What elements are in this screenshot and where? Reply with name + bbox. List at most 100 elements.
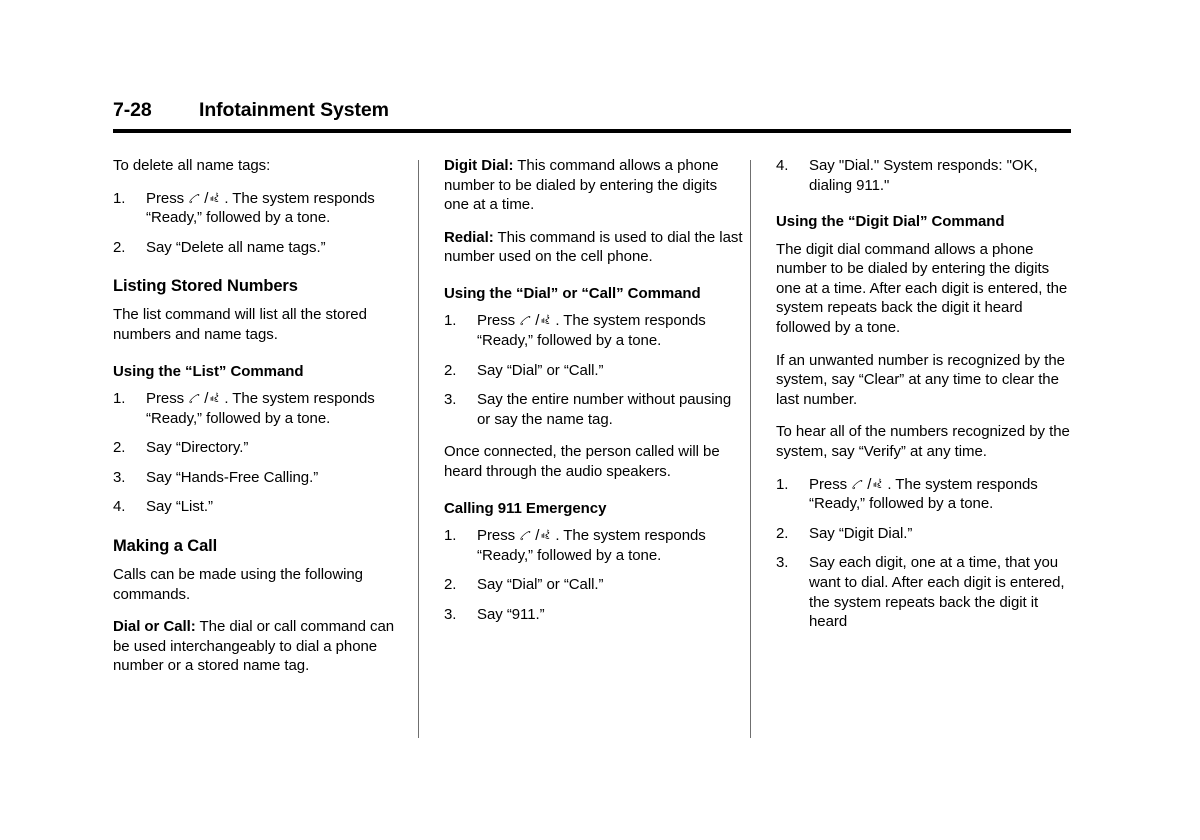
paragraph-text: To delete all name tags: <box>113 157 271 174</box>
step-text: Say “Hands-Free Calling.” <box>146 468 319 486</box>
paragraph-text: Calls can be made using the following co… <box>113 566 363 603</box>
header-rule <box>113 129 1071 133</box>
step-text: Say “Dial” or “Call.” <box>477 576 604 594</box>
paragraph: Redial: This command is used to dial the… <box>444 228 746 267</box>
paragraph-lead-term: Dial or Call: <box>113 618 196 636</box>
column-divider-1 <box>418 160 419 738</box>
step-text: Press <box>146 189 189 207</box>
step-number: 3. <box>776 554 789 572</box>
step-number: 1. <box>113 189 126 207</box>
step-item: 2. Say “Digit Dial.” <box>776 524 1076 544</box>
text-column-2: Digit Dial: This command allows a phone … <box>444 156 746 638</box>
press-button-icons: / <box>519 311 555 331</box>
step-number: 1. <box>444 527 457 545</box>
step-item: 3. Say each digit, one at a time, that yo… <box>776 553 1076 631</box>
step-item: 1. Press /. The system responds “Ready,” … <box>113 389 408 428</box>
step-text: Press <box>477 527 520 545</box>
step-item: 4. Say "Dial." System responds: "OK, dial… <box>776 156 1076 195</box>
icon-separator: / <box>204 390 209 408</box>
numbered-step-list: 1. Press /. The system responds “Ready,” … <box>113 389 408 517</box>
voice-talk-icon <box>541 313 555 327</box>
numbered-step-list: 1. Press /. The system responds “Ready,” … <box>776 475 1076 632</box>
step-number: 4. <box>776 157 789 174</box>
step-text: Say “Dial” or “Call.” <box>477 361 604 379</box>
press-button-icons: / <box>188 389 224 409</box>
press-button-icons: / <box>188 189 224 209</box>
text-column-3: 4. Say "Dial." System responds: "OK, dial… <box>776 156 1076 645</box>
phone-handset-icon <box>188 192 201 205</box>
phone-handset-icon <box>519 314 532 327</box>
numbered-step-list: 1. Press /. The system responds “Ready,” … <box>113 189 408 258</box>
step-text: Say the entire number without pausing or… <box>477 391 732 428</box>
paragraph-text: To hear all of the numbers recognized by… <box>776 423 1070 461</box>
step-item: 2. Say “Dial” or “Call.” <box>444 361 746 381</box>
paragraph-text: Once connected, the person called will b… <box>444 443 720 481</box>
paragraph-text: The digit dial command allows a phone nu… <box>776 240 1068 337</box>
step-item: 2. Say “Directory.” <box>113 438 408 458</box>
paragraph: Digit Dial: This command allows a phone … <box>444 156 746 215</box>
step-text: Say “Delete all name tags.” <box>146 238 326 256</box>
step-text: Say “Digit Dial.” <box>809 524 913 542</box>
subsection-heading: Using the “List” Command <box>113 362 304 380</box>
section-heading: Listing Stored Numbers <box>113 277 298 296</box>
subsection-heading: Calling 911 Emergency <box>444 499 607 517</box>
paragraph: To delete all name tags: <box>113 156 408 176</box>
step-item: 2. Say “Delete all name tags.” <box>113 238 408 258</box>
header-line: 7-28 Infotainment System <box>113 99 1071 122</box>
step-number: 3. <box>113 468 126 486</box>
phone-handset-icon <box>851 478 864 491</box>
phone-handset-icon <box>519 529 532 542</box>
text-column-1: To delete all name tags: 1. Press /. The s… <box>113 156 408 689</box>
paragraph-lead-term: Redial: <box>444 228 494 246</box>
page-title: Infotainment System <box>199 99 389 121</box>
step-number: 2. <box>444 576 457 594</box>
numbered-step-list: 1. Press /. The system responds “Ready,” … <box>444 526 746 624</box>
step-item: 3. Say “911.” <box>444 605 746 625</box>
step-text: Say “911.” <box>477 605 545 623</box>
voice-talk-icon <box>210 191 224 205</box>
step-text: Press <box>146 390 189 408</box>
paragraph: To hear all of the numbers recognized by… <box>776 422 1076 461</box>
step-number: 1. <box>776 475 789 493</box>
press-button-icons: / <box>519 526 555 546</box>
step-item: 2. Say “Dial” or “Call.” <box>444 575 746 595</box>
step-text: Press <box>477 312 520 330</box>
icon-separator: / <box>867 475 872 493</box>
step-item: 1. Press /. The system responds “Ready,” … <box>113 189 408 228</box>
icon-separator: / <box>535 527 540 545</box>
step-text: Say “Directory.” <box>146 439 249 457</box>
icon-separator: / <box>535 312 540 330</box>
step-number: 1. <box>444 312 457 330</box>
step-item: 1. Press /. The system responds “Ready,” … <box>444 526 746 565</box>
step-item: 3. Say the entire number without pausing … <box>444 390 746 429</box>
step-number: 2. <box>776 524 789 542</box>
step-text: Press <box>809 475 852 493</box>
paragraph: The list command will list all the store… <box>113 305 408 344</box>
step-text: Say each digit, one at a time, that you … <box>809 554 1065 631</box>
numbered-step-list: 1. Press /. The system responds “Ready,” … <box>444 311 746 429</box>
press-button-icons: / <box>851 475 887 495</box>
paragraph: If an unwanted number is recognized by t… <box>776 351 1076 410</box>
paragraph: Calls can be made using the following co… <box>113 565 408 604</box>
step-item: 4. Say “List.” <box>113 497 408 517</box>
step-text: Say “List.” <box>146 498 213 516</box>
step-number: 2. <box>444 361 457 379</box>
paragraph: Dial or Call: The dial or call command c… <box>113 617 408 676</box>
step-text: Say "Dial." System responds: "OK, dialin… <box>809 157 1038 194</box>
step-number: 3. <box>444 391 457 409</box>
paragraph-text: If an unwanted number is recognized by t… <box>776 351 1065 408</box>
step-item: 1. Press /. The system responds “Ready,” … <box>776 475 1076 514</box>
step-number: 4. <box>113 498 126 516</box>
step-number: 2. <box>113 439 126 457</box>
column-divider-2 <box>750 160 751 738</box>
page-header: 7-28 Infotainment System <box>113 99 1071 133</box>
three-column-body: To delete all name tags: 1. Press /. The s… <box>113 156 1071 756</box>
subsection-heading: Using the “Dial” or “Call” Command <box>444 284 701 302</box>
step-number: 3. <box>444 605 457 623</box>
step-number: 1. <box>113 390 126 408</box>
voice-talk-icon <box>873 477 887 491</box>
phone-handset-icon <box>188 392 201 405</box>
voice-talk-icon <box>541 528 555 542</box>
paragraph-text: The list command will list all the store… <box>113 306 367 343</box>
manual-page: 7-28 Infotainment System To delete all n… <box>0 0 1200 840</box>
